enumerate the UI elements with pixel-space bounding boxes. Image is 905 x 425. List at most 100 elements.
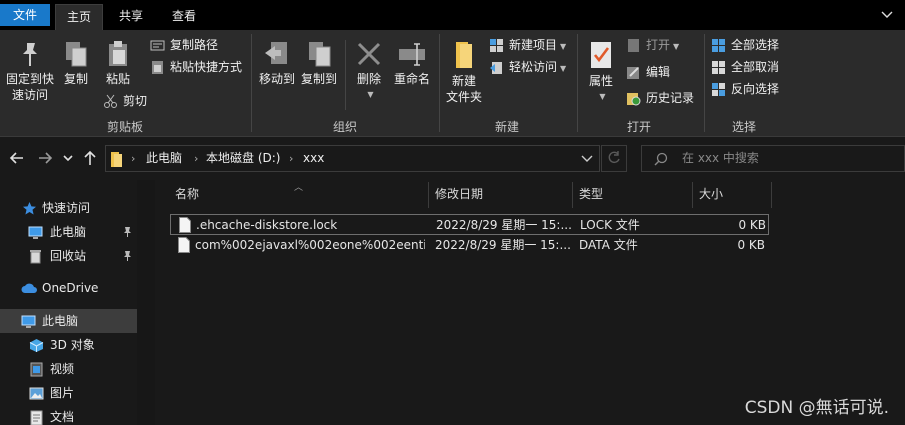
nav-label: 文档 bbox=[50, 410, 75, 424]
paste-button[interactable]: 粘贴 bbox=[100, 40, 136, 87]
select-all-button[interactable]: 全部选择 bbox=[711, 35, 779, 55]
up-arrow-icon[interactable] bbox=[81, 149, 99, 167]
properties-check-icon bbox=[591, 42, 611, 68]
pin-icon bbox=[124, 251, 131, 261]
computer-icon bbox=[21, 315, 36, 328]
column-header-size[interactable]: 大小 bbox=[693, 180, 771, 209]
back-arrow-icon[interactable] bbox=[8, 149, 26, 167]
new-group-label: 新建 bbox=[494, 120, 519, 134]
move-to-label: 移动到 bbox=[258, 72, 295, 86]
nav-label: 快速访问 bbox=[42, 201, 91, 215]
cut-button[interactable]: 剪切 bbox=[103, 91, 147, 111]
folder-icon bbox=[456, 42, 472, 68]
nav-item-recycle-bin[interactable]: 回收站 bbox=[0, 244, 137, 268]
breadcrumb-this-pc[interactable]: 此电脑 bbox=[146, 146, 182, 171]
invert-selection-button[interactable]: 反向选择 bbox=[711, 79, 779, 99]
nav-label: 视频 bbox=[50, 362, 75, 376]
copy-button[interactable]: 复制 bbox=[60, 40, 92, 87]
copy-path-button[interactable]: 复制路径 bbox=[150, 35, 218, 55]
invert-selection-icon bbox=[712, 83, 725, 96]
nav-item-onedrive[interactable]: OneDrive bbox=[0, 276, 137, 300]
forward-arrow-icon[interactable] bbox=[36, 149, 54, 167]
open-group-label: 打开 bbox=[626, 120, 651, 134]
select-none-icon bbox=[712, 61, 725, 74]
open-label: 打开 bbox=[646, 38, 671, 52]
ribbon-separator bbox=[439, 34, 440, 132]
file-icon bbox=[178, 237, 190, 253]
table-row[interactable]: .ehcache-diskstore.lock 2022/8/29 星期一 15… bbox=[170, 214, 769, 235]
easy-access-label: 轻松访问 bbox=[509, 60, 558, 74]
breadcrumb-separator: › bbox=[131, 152, 136, 165]
edit-pencil-icon bbox=[627, 67, 639, 79]
nav-item-documents[interactable]: 文档 bbox=[0, 405, 137, 425]
new-item-button[interactable]: 新建项目 ▼ bbox=[489, 35, 566, 55]
open-caret: ▼ bbox=[673, 42, 680, 51]
new-folder-label-line2: 文件夹 bbox=[445, 90, 482, 104]
easy-access-button[interactable]: 轻松访问 ▼ bbox=[489, 57, 566, 77]
new-item-caret: ▼ bbox=[560, 42, 567, 51]
nav-label: 回收站 bbox=[50, 249, 87, 263]
pin-label-line2: 速访问 bbox=[11, 88, 48, 102]
new-folder-button[interactable]: 新建 文件夹 bbox=[443, 40, 485, 105]
refresh-button[interactable] bbox=[601, 145, 627, 172]
paste-shortcut-button[interactable]: 粘贴快捷方式 bbox=[150, 57, 242, 77]
tab-home[interactable]: 主页 bbox=[55, 4, 103, 30]
ribbon: 固定到快 速访问 复制 粘贴 复制路径 粘贴快捷方式 剪切 剪贴板 移动到 复制… bbox=[0, 30, 905, 137]
edit-button[interactable]: 编辑 bbox=[626, 62, 670, 82]
copy-path-label: 复制路径 bbox=[170, 38, 219, 52]
pin-quick-access-button[interactable]: 固定到快 速访问 bbox=[3, 40, 57, 103]
clipboard-group-label: 剪贴板 bbox=[106, 120, 143, 134]
copy-to-icon bbox=[309, 42, 331, 67]
open-button[interactable]: 打开 ▼ bbox=[626, 35, 679, 55]
paste-shortcut-label: 粘贴快捷方式 bbox=[170, 60, 243, 74]
breadcrumb-folder-xxx[interactable]: xxx bbox=[303, 146, 324, 171]
easy-access-caret: ▼ bbox=[560, 64, 567, 73]
file-name: com%002ejavaxl%002eone%002eenti... bbox=[195, 238, 425, 252]
history-button[interactable]: 历史记录 bbox=[626, 88, 694, 108]
nav-item-this-pc-pinned[interactable]: 此电脑 bbox=[0, 220, 137, 244]
delete-button[interactable]: 删除 ▼ bbox=[352, 40, 386, 103]
file-list: ︿ 名称 修改日期 类型 大小 .ehcache-diskstore.lock … bbox=[155, 180, 905, 425]
address-history-chevron-icon[interactable] bbox=[581, 155, 593, 163]
picture-icon bbox=[29, 387, 44, 400]
nav-item-videos[interactable]: 视频 bbox=[0, 357, 137, 381]
rename-button[interactable]: 重命名 bbox=[390, 40, 434, 87]
move-to-button[interactable]: 移动到 bbox=[256, 40, 298, 87]
search-box[interactable]: 在 xxx 中搜索 bbox=[641, 145, 905, 172]
column-header-date[interactable]: 修改日期 bbox=[429, 180, 572, 209]
star-icon bbox=[23, 202, 36, 215]
file-size: 0 KB bbox=[737, 238, 765, 252]
table-row[interactable]: com%002ejavaxl%002eone%002eenti... 2022/… bbox=[170, 235, 769, 256]
tab-view[interactable]: 查看 bbox=[160, 4, 208, 30]
tab-file[interactable]: 文件 bbox=[0, 4, 50, 26]
new-item-label: 新建项目 bbox=[509, 38, 558, 52]
nav-pane-scrollbar[interactable] bbox=[137, 180, 155, 425]
search-icon bbox=[654, 152, 668, 166]
address-bar[interactable]: › 此电脑 › 本地磁盘 (D:) › xxx bbox=[105, 145, 600, 172]
properties-button[interactable]: 属性 ▼ bbox=[583, 40, 619, 105]
pin-icon bbox=[23, 43, 37, 66]
pin-icon bbox=[124, 227, 131, 237]
cut-label: 剪切 bbox=[123, 94, 148, 108]
chevron-down-icon[interactable] bbox=[879, 6, 895, 22]
paste-label: 粘贴 bbox=[105, 72, 130, 86]
copy-to-button[interactable]: 复制到 bbox=[298, 40, 340, 87]
nav-item-pictures[interactable]: 图片 bbox=[0, 381, 137, 405]
tab-share[interactable]: 共享 bbox=[107, 4, 155, 30]
nav-item-3d-objects[interactable]: 3D 对象 bbox=[0, 333, 137, 357]
column-divider[interactable] bbox=[771, 182, 772, 208]
cloud-icon bbox=[21, 283, 37, 293]
new-folder-label-line1: 新建 bbox=[451, 74, 476, 88]
delete-label: 删除 bbox=[356, 72, 381, 86]
select-none-button[interactable]: 全部取消 bbox=[711, 57, 779, 77]
delete-dropdown-caret[interactable]: ▼ bbox=[355, 87, 386, 103]
copy-path-icon bbox=[150, 40, 165, 51]
nav-item-quick-access[interactable]: 快速访问 bbox=[0, 196, 137, 220]
properties-dropdown-caret[interactable]: ▼ bbox=[586, 89, 619, 105]
column-header-type[interactable]: 类型 bbox=[573, 180, 692, 209]
delete-x-icon bbox=[357, 42, 381, 66]
breadcrumb-drive-d[interactable]: 本地磁盘 (D:) bbox=[206, 146, 280, 171]
column-header-name[interactable]: 名称 bbox=[169, 180, 428, 209]
nav-item-this-pc[interactable]: 此电脑 bbox=[0, 309, 137, 333]
recent-locations-chevron-icon[interactable] bbox=[62, 149, 74, 167]
